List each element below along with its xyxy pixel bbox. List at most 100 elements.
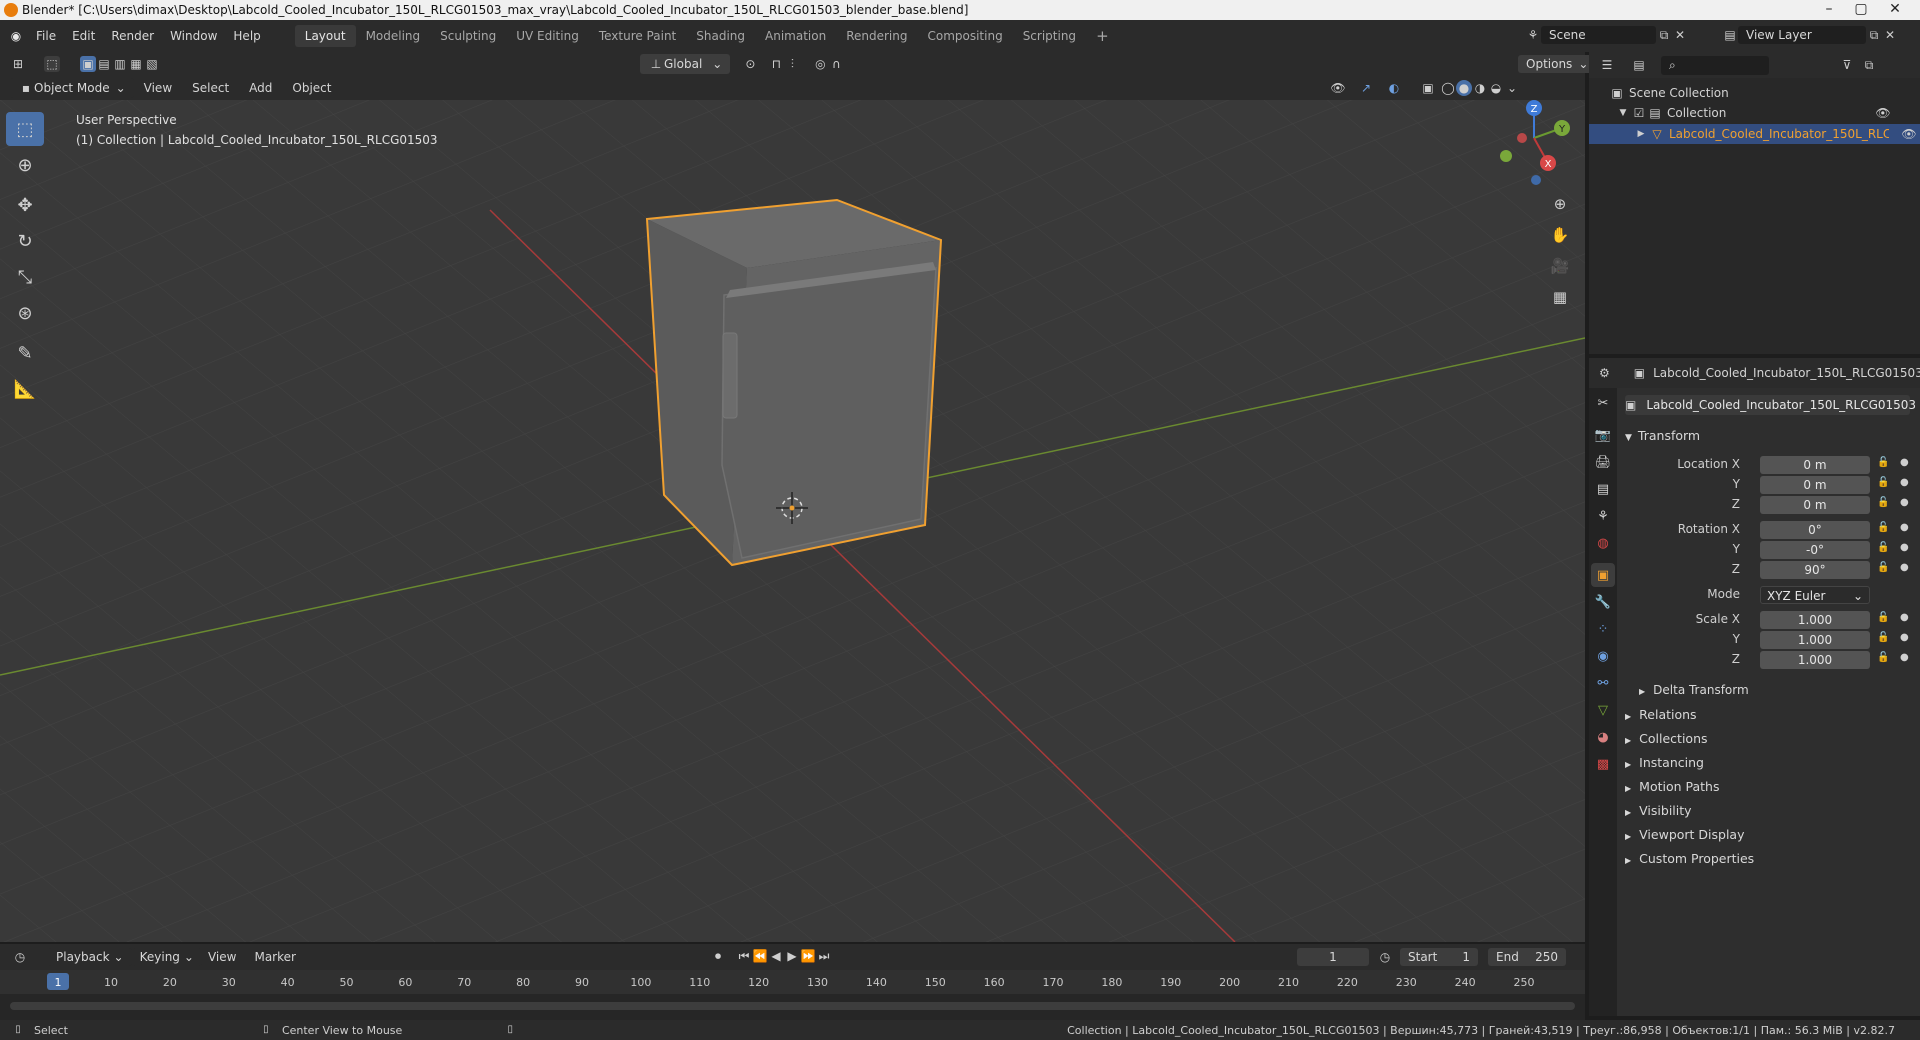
timeline-editor-icon[interactable]: ◷	[12, 949, 28, 965]
select-new-icon[interactable]: ▣	[80, 56, 96, 72]
jump-start-icon[interactable]: ⏮	[736, 948, 752, 964]
rendered-shading-icon[interactable]: ◒	[1488, 80, 1504, 96]
menu-window[interactable]: Window	[162, 29, 225, 43]
lock-icon[interactable]: 🔓	[1877, 477, 1889, 488]
visibility-icon[interactable]: 👁	[1330, 80, 1346, 96]
keyframe-dot-icon[interactable]: ●	[1900, 457, 1909, 468]
blender-menu-icon[interactable]: ◉	[8, 28, 24, 44]
outliner-item-object[interactable]: ▶ ▽ Labcold_Cooled_Incubator_150L_RLCG01…	[1589, 124, 1920, 144]
zoom-button[interactable]: ⊕	[1546, 190, 1574, 218]
delete-scene-icon[interactable]: ✕	[1672, 27, 1688, 43]
tab-rendering[interactable]: Rendering	[836, 25, 917, 47]
viewport-menu-view[interactable]: View	[134, 81, 182, 95]
play-icon[interactable]: ▶	[784, 948, 800, 964]
clock-icon[interactable]: ◷	[1377, 949, 1393, 965]
location-z-field[interactable]: 0 m	[1760, 496, 1870, 514]
outliner-search-input[interactable]: ⌕	[1661, 55, 1769, 75]
viewport-menu-add[interactable]: Add	[239, 81, 282, 95]
modifier-tab[interactable]: 🔧	[1591, 590, 1615, 614]
visibility-panel-header[interactable]: ▶ Visibility	[1625, 803, 1692, 818]
expand-arrow-icon[interactable]: ▶	[1633, 126, 1649, 142]
tab-compositing[interactable]: Compositing	[917, 25, 1012, 47]
outliner-item-scene-collection[interactable]: ▣ Scene Collection	[1609, 85, 1728, 101]
ortho-toggle-button[interactable]: ▦	[1546, 283, 1574, 311]
close-button[interactable]: ✕	[1880, 0, 1910, 20]
gizmo-toggle-icon[interactable]: ↗	[1358, 80, 1374, 96]
scale-x-field[interactable]: 1.000	[1760, 611, 1870, 629]
view-layer-icon[interactable]: ▤	[1722, 27, 1738, 43]
delta-transform-subpanel[interactable]: ▶ Delta Transform	[1639, 683, 1749, 697]
lock-icon[interactable]: 🔓	[1877, 497, 1889, 508]
lock-icon[interactable]: 🔓	[1877, 457, 1889, 468]
annotate-tool[interactable]: ✎	[6, 336, 44, 370]
view-layer-tab[interactable]: ▤	[1591, 477, 1615, 501]
keyframe-dot-icon[interactable]: ●	[1900, 477, 1909, 488]
particles-tab[interactable]: ⁘	[1591, 617, 1615, 641]
keying-menu[interactable]: Keying ⌄	[131, 948, 202, 966]
eye-icon[interactable]: 👁	[1901, 126, 1917, 142]
viewport-menu-object[interactable]: Object	[282, 81, 341, 95]
view-layer-field[interactable]: View Layer	[1738, 26, 1866, 44]
3d-viewport[interactable]: Z Y X	[0, 100, 1585, 942]
display-mode-icon[interactable]: ▤	[1631, 57, 1647, 73]
viewport-menu-select[interactable]: Select	[182, 81, 239, 95]
delete-view-layer-icon[interactable]: ✕	[1882, 27, 1898, 43]
tab-layout[interactable]: Layout	[294, 25, 356, 47]
keyframe-dot-icon[interactable]: ●	[1900, 652, 1909, 663]
solid-shading-icon[interactable]: ●	[1456, 80, 1472, 96]
move-tool[interactable]: ✥	[6, 188, 44, 222]
select-extend-icon[interactable]: ▤	[96, 56, 112, 72]
constraints-tab[interactable]: ⚯	[1591, 671, 1615, 695]
rotation-mode-dropdown[interactable]: XYZ Euler ⌄	[1760, 586, 1870, 604]
instancing-panel-header[interactable]: ▶ Instancing	[1625, 755, 1704, 770]
keyframe-dot-icon[interactable]: ●	[1900, 522, 1909, 533]
location-x-field[interactable]: 0 m	[1760, 456, 1870, 474]
select-box-tool[interactable]: ⬚	[6, 112, 44, 146]
rotate-tool[interactable]: ↻	[6, 224, 44, 258]
viewport-display-panel-header[interactable]: ▶ Viewport Display	[1625, 827, 1745, 842]
scene-icon[interactable]: ⚘	[1525, 27, 1541, 43]
camera-view-button[interactable]: 🎥	[1546, 252, 1574, 280]
new-scene-icon[interactable]: ⧉	[1656, 27, 1672, 43]
keyframe-dot-icon[interactable]: ●	[1900, 612, 1909, 623]
output-tab[interactable]: 🖨	[1591, 450, 1615, 474]
keyframe-dot-icon[interactable]: ●	[1900, 632, 1909, 643]
tab-scripting[interactable]: Scripting	[1013, 25, 1086, 47]
physics-tab[interactable]: ◉	[1591, 644, 1615, 668]
data-tab[interactable]: ▽	[1591, 698, 1615, 722]
new-view-layer-icon[interactable]: ⧉	[1866, 27, 1882, 43]
mode-dropdown[interactable]: ▪ Object Mode ⌄	[10, 78, 134, 98]
current-frame-field[interactable]: 1	[1297, 948, 1369, 966]
measure-tool[interactable]: 📐	[6, 372, 44, 406]
maximize-button[interactable]: ▢	[1846, 0, 1876, 20]
scale-z-field[interactable]: 1.000	[1760, 651, 1870, 669]
keyframe-dot-icon[interactable]: ●	[1900, 542, 1909, 553]
world-tab[interactable]: ◍	[1591, 531, 1615, 555]
object-name-field[interactable]: ▣ Labcold_Cooled_Incubator_150L_RLCG0150…	[1625, 395, 1916, 415]
timeline-frame-scale[interactable]: 1 10 20 30 40 50 60 70 80 90 100 110 120 130 140 150 160…	[0, 970, 1585, 994]
timeline-menu-marker[interactable]: Marker	[242, 950, 307, 964]
relations-panel-header[interactable]: ▶ Relations	[1625, 707, 1697, 722]
proportional-falloff-icon[interactable]: ∩	[828, 56, 844, 72]
tab-modeling[interactable]: Modeling	[356, 25, 431, 47]
tab-texture-paint[interactable]: Texture Paint	[589, 25, 686, 47]
tool-tab[interactable]: ✂	[1591, 391, 1615, 415]
lock-icon[interactable]: 🔓	[1877, 562, 1889, 573]
outliner-item-collection[interactable]: ▼ ☑ ▤ Collection 👁	[1615, 105, 1891, 121]
lock-icon[interactable]: 🔓	[1877, 632, 1889, 643]
render-tab[interactable]: 📷	[1591, 423, 1615, 447]
shading-options-icon[interactable]: ⌄	[1504, 80, 1520, 96]
playback-menu[interactable]: Playback ⌄	[48, 948, 132, 966]
checkbox-icon[interactable]: ☑	[1631, 105, 1647, 121]
lock-icon[interactable]: 🔓	[1877, 542, 1889, 553]
pan-button[interactable]: ✋	[1546, 221, 1574, 249]
outliner-editor-icon[interactable]: ☰	[1599, 57, 1615, 73]
transform-panel-header[interactable]: ▼ Transform	[1625, 428, 1700, 443]
menu-help[interactable]: Help	[225, 29, 268, 43]
keyframe-dot-icon[interactable]: ●	[1900, 562, 1909, 573]
jump-end-icon[interactable]: ⏭	[816, 948, 832, 964]
collections-panel-header[interactable]: ▶ Collections	[1625, 731, 1708, 746]
lock-icon[interactable]: 🔓	[1877, 612, 1889, 623]
rotation-z-field[interactable]: 90°	[1760, 561, 1870, 579]
motion-paths-panel-header[interactable]: ▶ Motion Paths	[1625, 779, 1719, 794]
